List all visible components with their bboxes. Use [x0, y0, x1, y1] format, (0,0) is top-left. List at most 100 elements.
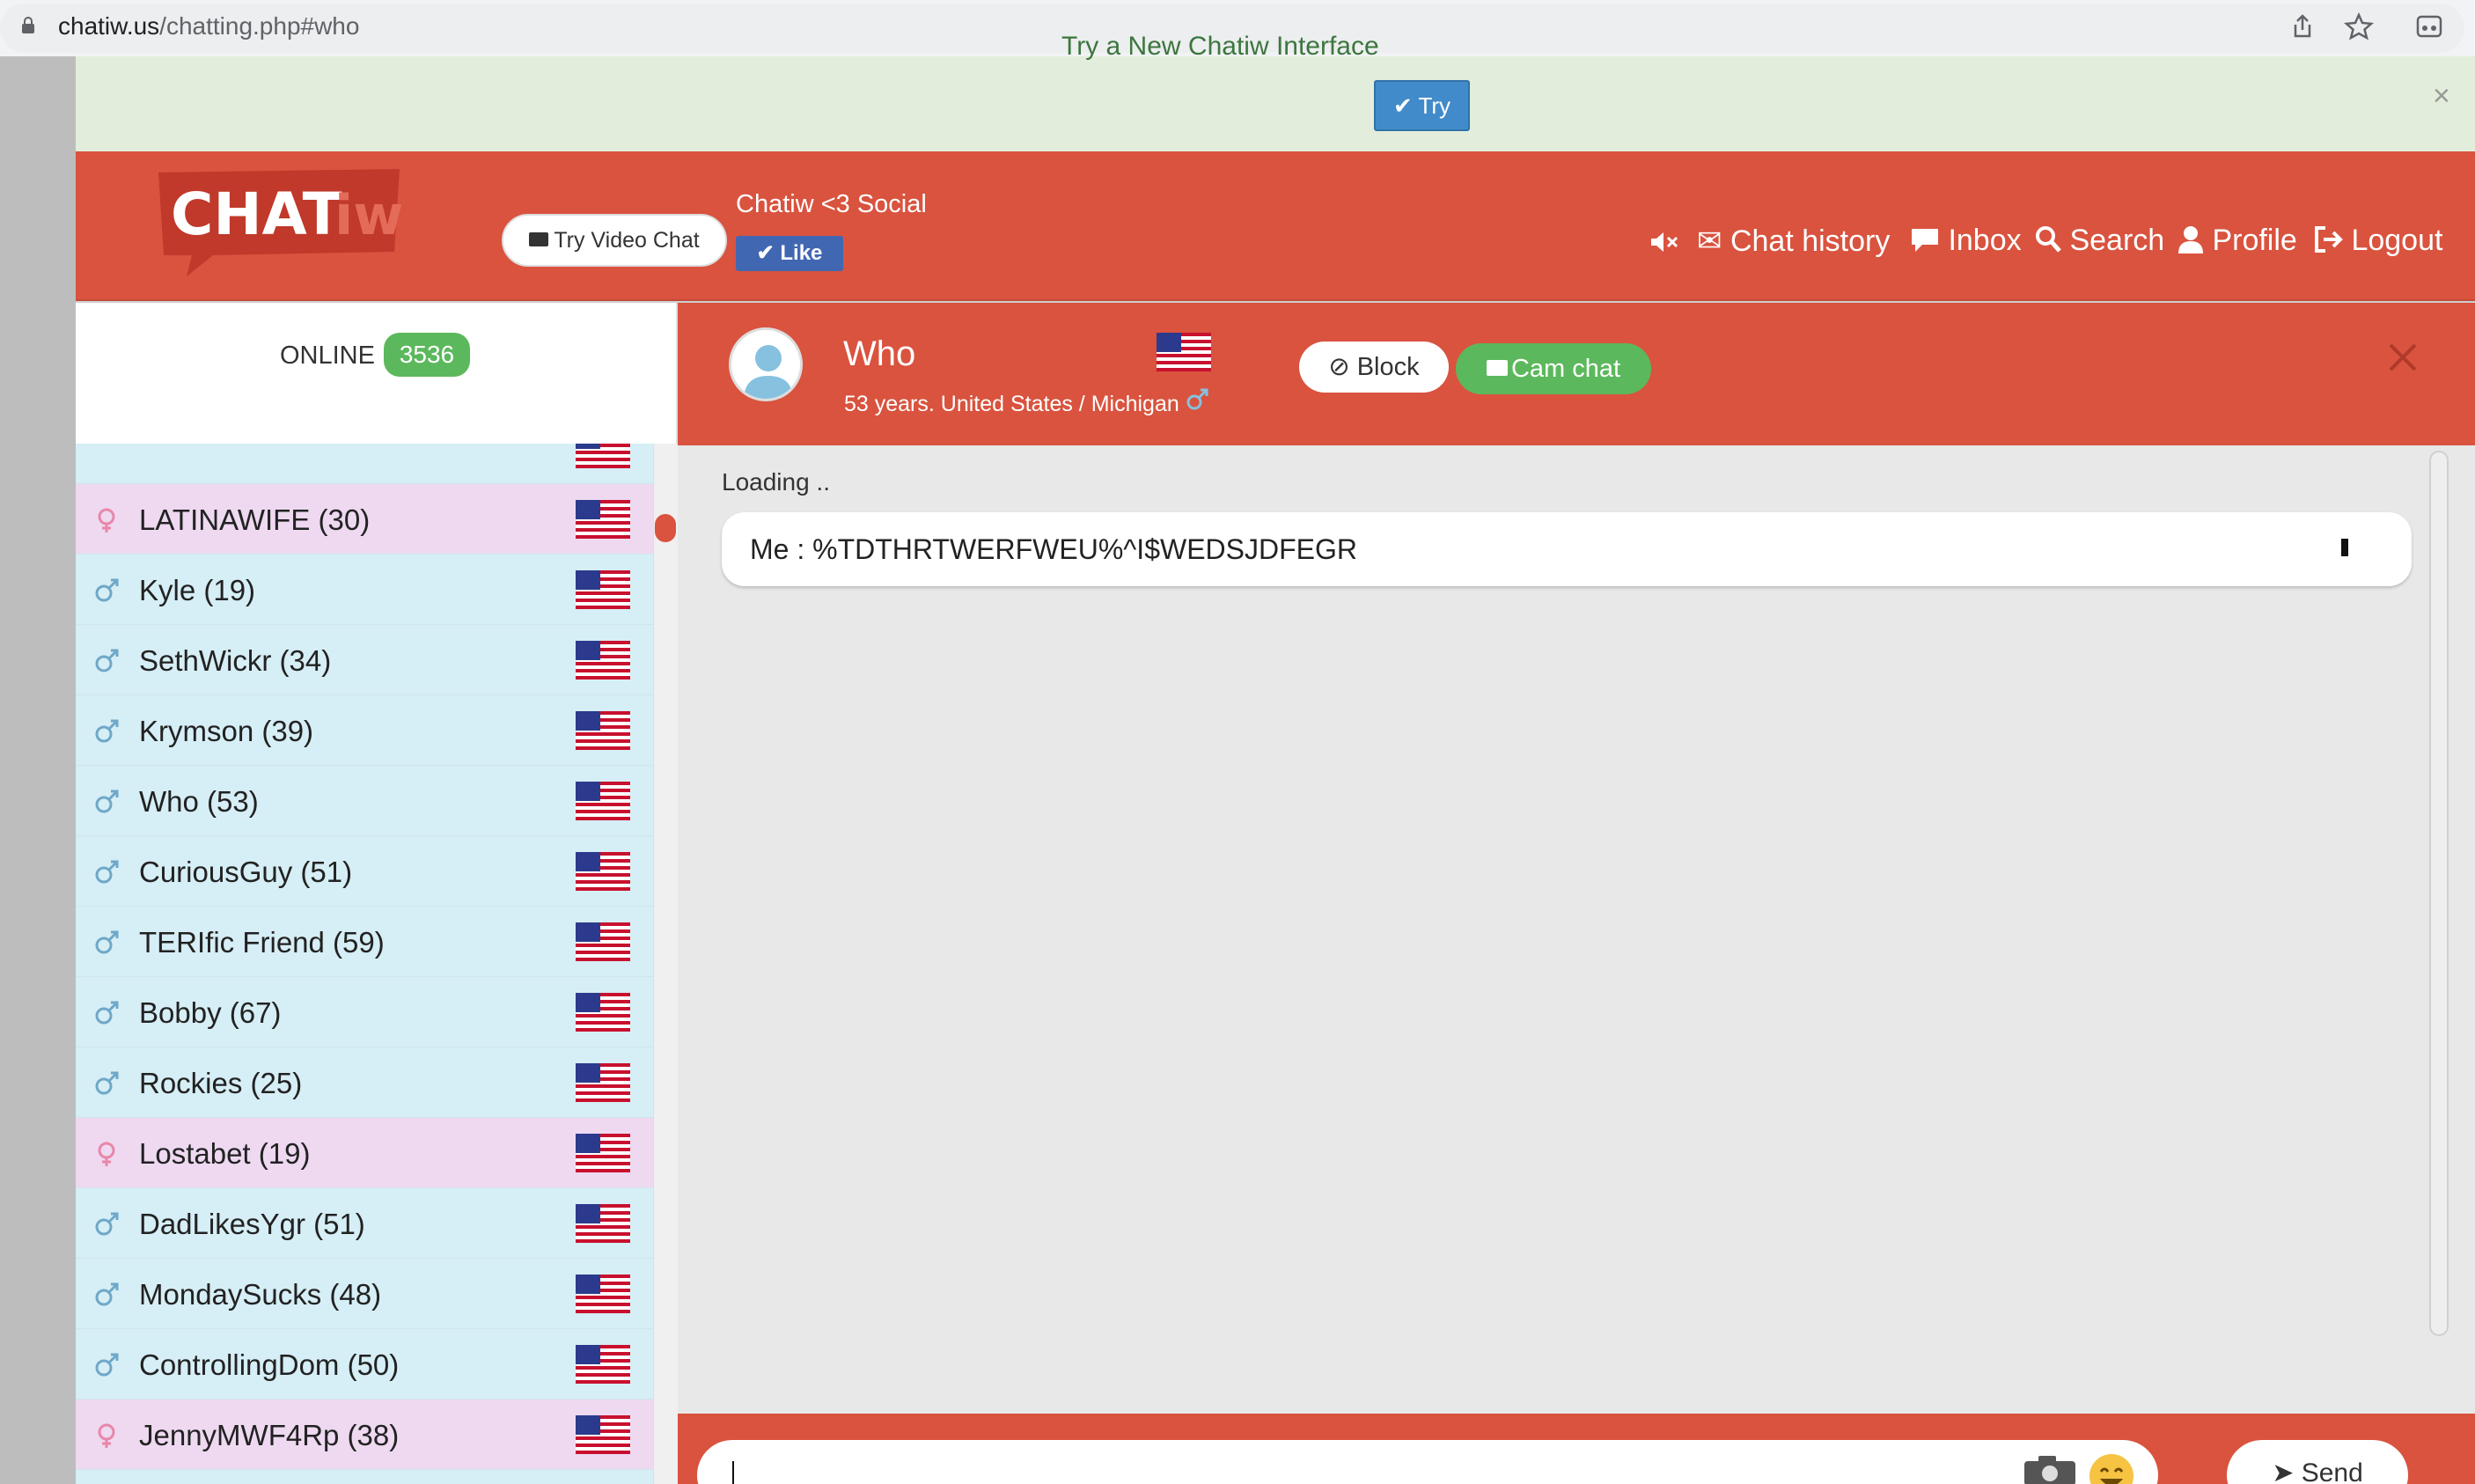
user-row[interactable]: CuriousGuy (51): [76, 836, 653, 907]
us-flag-icon: [576, 1275, 630, 1313]
nav-inbox-label: Inbox: [1948, 224, 2022, 257]
mute-speaker-icon[interactable]: [1649, 231, 1679, 253]
bookmark-star-icon[interactable]: [2343, 11, 2375, 42]
user-row[interactable]: Who (53): [76, 766, 653, 836]
male-icon: [95, 790, 119, 813]
user-row[interactable]: LATINAWIFE (30): [76, 484, 653, 555]
user-row[interactable]: Rockies (25): [76, 1047, 653, 1118]
user-row[interactable]: JennyMWF4Rp (38): [76, 1400, 653, 1470]
us-flag-icon: [1157, 333, 1211, 371]
female-icon: [98, 1423, 115, 1448]
chat-scrollbar[interactable]: [2429, 451, 2449, 1336]
like-button[interactable]: ✔ Like: [736, 236, 843, 271]
send-paper-plane-icon: ➤: [2272, 1458, 2295, 1484]
us-flag-icon: [576, 1415, 630, 1454]
male-icon: [95, 930, 119, 954]
cam-chat-button[interactable]: Cam chat: [1456, 343, 1651, 394]
us-flag-icon: [576, 782, 630, 820]
us-flag-icon: [576, 500, 630, 539]
chat-partner-details: 53 years. United States / Michigan: [844, 392, 1179, 416]
url-text[interactable]: chatiw.us/chatting.php#who: [58, 12, 359, 40]
input-caret: [732, 1461, 734, 1484]
us-flag-icon: [576, 1345, 630, 1384]
search-icon: [2036, 226, 2061, 253]
nav-logout-label: Logout: [2351, 224, 2443, 257]
share-icon[interactable]: [2287, 11, 2318, 42]
send-button[interactable]: ➤ Send: [2227, 1440, 2408, 1484]
user-list[interactable]: LATINAWIFE (30) Kyle (19) SethWickr (34) Kr…: [76, 444, 653, 1484]
nav-logout[interactable]: Logout: [2313, 224, 2442, 262]
chat-messages-area[interactable]: [678, 445, 2475, 1414]
try-new-interface-button[interactable]: ✔ Try: [1374, 80, 1470, 131]
avatar[interactable]: [729, 327, 803, 401]
camera-icon[interactable]: [2023, 1454, 2077, 1484]
logout-icon: [2315, 226, 2343, 253]
user-list-scrollbar[interactable]: [653, 444, 678, 1484]
user-row[interactable]: Kyle (19): [76, 555, 653, 625]
chatiw-logo[interactable]: CHAT iw: [151, 164, 407, 278]
online-panel: [76, 303, 678, 444]
user-row[interactable]: Lostabet (19): [76, 1118, 653, 1188]
male-icon: [1186, 388, 1208, 410]
user-name: LATINAWIFE (30): [139, 503, 371, 536]
left-gutter: [0, 56, 76, 1484]
nav-chat-history[interactable]: ✉ Chat history: [1697, 224, 1890, 262]
try-video-chat-button[interactable]: Try Video Chat: [502, 214, 727, 267]
close-chat-icon[interactable]: [2385, 340, 2420, 375]
video-camera-icon: [1486, 360, 1508, 377]
nav-profile[interactable]: Profile: [2178, 224, 2297, 262]
male-icon: [95, 860, 119, 884]
user-row[interactable]: MondaySucks (48): [76, 1259, 653, 1329]
video-camera-icon: [529, 232, 549, 247]
like-label: Like: [780, 241, 823, 265]
user-name: JennyMWF4Rp (38): [139, 1419, 400, 1451]
lock-icon: [22, 17, 34, 33]
male-icon: [95, 1071, 119, 1095]
user-name: Krymson (39): [139, 715, 314, 747]
male-icon: [95, 719, 119, 743]
banner-close-button[interactable]: ×: [2433, 81, 2450, 111]
url-host: chatiw.us: [58, 12, 160, 40]
us-flag-icon: [576, 993, 630, 1032]
speech-bubble-icon: [1912, 229, 1938, 252]
user-row[interactable]: TERIfic Friend (59): [76, 907, 653, 977]
url-path: /chatting.php#who: [159, 12, 360, 40]
user-row[interactable]: ControllingDom (50): [76, 1329, 653, 1400]
male-icon: [95, 649, 119, 672]
user-row[interactable]: DadLikesYgr (51): [76, 1188, 653, 1259]
nav-chat-history-label: Chat history: [1730, 224, 1891, 258]
nav-search[interactable]: Search: [2035, 224, 2164, 262]
us-flag-icon: [576, 444, 630, 468]
send-label: Send: [2301, 1458, 2363, 1484]
message-input[interactable]: [697, 1440, 2158, 1484]
user-name: Lostabet (19): [139, 1137, 311, 1170]
user-name: SethWickr (34): [139, 644, 332, 677]
nav-inbox[interactable]: Inbox: [1910, 224, 2022, 262]
emoji-icon[interactable]: [2088, 1452, 2135, 1484]
video-chat-label: Try Video Chat: [554, 228, 700, 253]
text-cursor-icon: [2341, 539, 2348, 556]
banner-text: Try a New Chatiw Interface: [1061, 32, 1379, 61]
block-button[interactable]: ⊘ Block: [1299, 342, 1449, 393]
male-icon: [95, 1353, 119, 1377]
online-label: ONLINE: [280, 342, 375, 370]
male-icon: [95, 578, 119, 602]
male-icon: [95, 1282, 119, 1306]
user-name: Who (53): [139, 785, 259, 818]
user-row[interactable]: Jitsiclean (27): [76, 1470, 653, 1484]
us-flag-icon: [576, 852, 630, 891]
us-flag-icon: [576, 570, 630, 609]
profile-switch-icon[interactable]: [2413, 11, 2445, 42]
user-name: Bobby (67): [139, 996, 282, 1029]
promo-banner: [76, 56, 2475, 151]
us-flag-icon: [576, 1204, 630, 1243]
user-row[interactable]: SethWickr (34): [76, 625, 653, 695]
chat-message-text: Me : %TDTHRTWERFWEU%^I$WEDSJDFEGR: [750, 533, 1357, 565]
user-row-partial[interactable]: [76, 444, 653, 484]
user-row[interactable]: Krymson (39): [76, 695, 653, 766]
nav-search-label: Search: [2069, 224, 2165, 257]
female-icon: [98, 508, 115, 533]
user-row[interactable]: Bobby (67): [76, 977, 653, 1047]
us-flag-icon: [576, 1063, 630, 1102]
user-list-scroll-thumb[interactable]: [655, 514, 676, 542]
